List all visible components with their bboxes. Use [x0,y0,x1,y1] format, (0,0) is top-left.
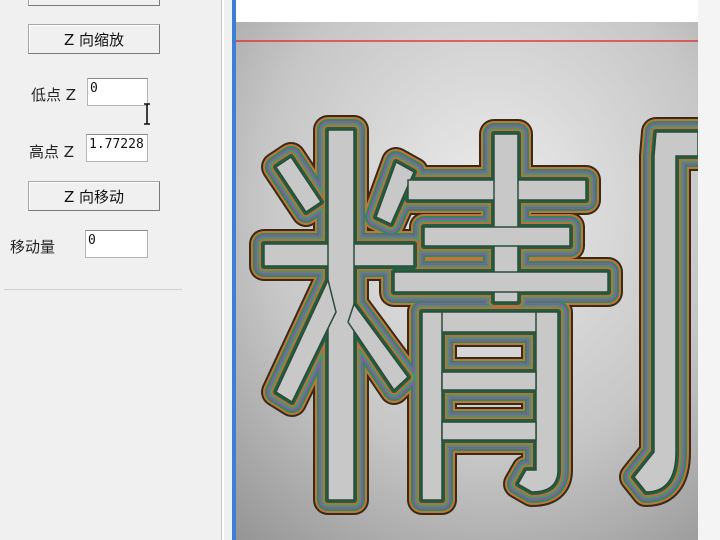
z-zoom-button[interactable]: Z 向缩放 [28,24,160,54]
z-zoom-button-label: Z 向缩放 [63,30,125,49]
high-z-input[interactable]: 1.77228 [86,134,148,162]
left-panel: Z 向缩放 低点 Z 0 高点 Z 1.77228 Z 向移动 移动量 0 [0,0,222,540]
panel-separator [4,289,182,290]
low-z-label: 低点 Z [31,86,77,104]
high-z-value: 1.77228 [89,137,144,152]
low-z-value: 0 [90,81,98,96]
panel-splitter[interactable] [221,0,224,540]
3d-relief-viewport[interactable] [236,22,698,540]
move-amount-input[interactable]: 0 [85,230,148,258]
move-amount-label: 移动量 [10,238,56,256]
top-partial-button[interactable] [28,0,160,6]
viewport-header-strip [236,0,700,22]
z-move-button[interactable]: Z 向移动 [28,181,160,211]
viewport-right-margin [698,0,720,540]
move-amount-value: 0 [88,233,96,248]
text-cursor-icon [144,103,150,125]
relief-render [236,22,698,540]
high-z-label: 高点 Z [29,143,75,161]
low-z-input[interactable]: 0 [87,78,148,106]
z-move-button-label: Z 向移动 [63,187,125,206]
